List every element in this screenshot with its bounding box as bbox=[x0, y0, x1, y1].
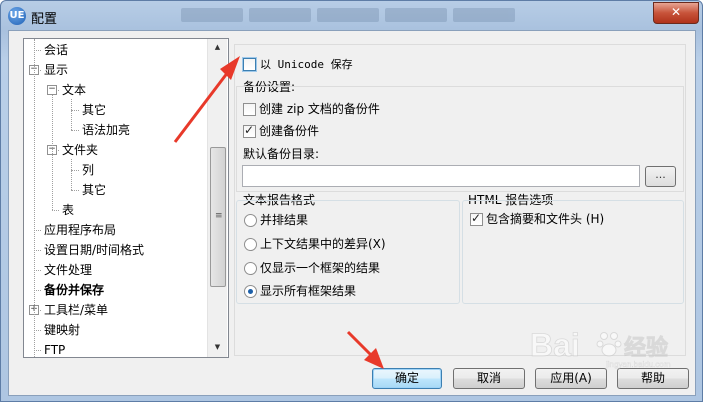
unicode-save-checkbox[interactable] bbox=[243, 58, 256, 71]
ghost-tab bbox=[249, 8, 311, 22]
tree-connector bbox=[71, 190, 79, 191]
tree-connector bbox=[71, 159, 72, 190]
tree-item[interactable]: 其它 bbox=[82, 181, 106, 199]
unicode-save-label[interactable]: 以 Unicode 保存 bbox=[260, 56, 353, 73]
text-report-radio-label[interactable]: 仅显示一个框架的结果 bbox=[260, 260, 380, 276]
include-summary-checkbox[interactable] bbox=[470, 211, 483, 226]
baidu-watermark: Bai 经验 jingyan.baidu.com bbox=[530, 327, 671, 370]
tree-item[interactable]: 列 bbox=[82, 161, 94, 179]
tree-connector bbox=[52, 210, 59, 211]
tree-connector bbox=[34, 350, 41, 351]
title-bar[interactable]: UE 配置 ✕ bbox=[1, 1, 702, 31]
close-icon: ✕ bbox=[670, 5, 682, 19]
grip-icon: ≡ bbox=[215, 211, 223, 221]
text-report-radio-label[interactable]: 上下文结果中的差异(X) bbox=[260, 236, 386, 252]
text-report-radio-label[interactable]: 显示所有框架结果 bbox=[260, 283, 356, 299]
tree-connector bbox=[34, 39, 35, 357]
tree-item[interactable]: 文件夹 bbox=[62, 141, 98, 159]
text-report-radio[interactable] bbox=[244, 214, 257, 227]
ghost-tab bbox=[385, 8, 447, 22]
settings-tree[interactable]: − − − + 会话 显示 文本 其它 语法加亮 文件夹列其它表应用程序布局 设置日期/时间格式文… bbox=[23, 38, 229, 358]
tree-connector bbox=[71, 170, 79, 171]
tree-connector bbox=[71, 130, 79, 131]
apply-button[interactable]: 应用(A) bbox=[535, 368, 607, 389]
watermark-text: Bai bbox=[530, 327, 580, 363]
tree-connector bbox=[71, 110, 79, 111]
create-backup-label[interactable]: 创建备份件 bbox=[259, 123, 319, 139]
tree-connector bbox=[34, 50, 41, 51]
scroll-down-icon[interactable]: ▼ bbox=[208, 339, 227, 356]
tree-connector bbox=[34, 330, 41, 331]
ghost-tab bbox=[453, 8, 515, 22]
tree-connector bbox=[71, 99, 72, 130]
default-backup-dir-input[interactable] bbox=[242, 165, 640, 187]
text-report-radio[interactable] bbox=[244, 285, 257, 298]
tree-item[interactable]: 设置日期/时间格式 bbox=[44, 241, 144, 259]
browse-button[interactable]: ... bbox=[645, 166, 676, 187]
tree-item[interactable]: 键映射 bbox=[44, 321, 80, 339]
create-backup-checkbox[interactable] bbox=[243, 123, 256, 138]
background-taskbar-ghost bbox=[181, 8, 541, 26]
ok-button[interactable]: 确定 bbox=[372, 368, 442, 389]
scroll-up-icon[interactable]: ▲ bbox=[208, 39, 227, 56]
tree-item[interactable]: 工具栏/菜单 bbox=[44, 301, 108, 319]
close-button[interactable]: ✕ bbox=[653, 2, 699, 24]
text-report-radio[interactable] bbox=[244, 238, 257, 251]
help-button[interactable]: 帮助 bbox=[617, 368, 689, 389]
watermark-url: jingyan.baidu.com bbox=[605, 360, 671, 369]
zip-backup-checkbox[interactable] bbox=[243, 103, 256, 116]
app-logo-icon: UE bbox=[8, 7, 26, 25]
tree-item[interactable]: 其它 bbox=[82, 101, 106, 119]
tree-item[interactable]: 应用程序布局 bbox=[44, 221, 116, 239]
include-summary-label[interactable]: 包含摘要和文件头 (H) bbox=[486, 211, 604, 227]
collapse-minus-icon[interactable]: − bbox=[47, 85, 57, 95]
tree-item[interactable]: 表 bbox=[62, 201, 74, 219]
text-report-radio[interactable] bbox=[244, 262, 257, 275]
zip-backup-label[interactable]: 创建 zip 文档的备份件 bbox=[259, 101, 380, 117]
tree-item[interactable]: 显示 bbox=[44, 61, 68, 79]
tree-connector bbox=[34, 250, 41, 251]
tree-scrollbar[interactable]: ▲ ≡ ▼ bbox=[207, 39, 227, 357]
window-title: 配置 bbox=[31, 12, 58, 27]
tree-item[interactable]: 文本 bbox=[62, 81, 86, 99]
tree-connector bbox=[34, 230, 41, 231]
tree-item[interactable]: 文件处理 bbox=[44, 261, 92, 279]
tree-connector bbox=[34, 270, 41, 271]
scrollbar-thumb[interactable]: ≡ bbox=[210, 147, 226, 287]
tree-connector bbox=[52, 95, 53, 210]
ghost-tab bbox=[181, 8, 243, 22]
tree-item[interactable]: FTP bbox=[44, 341, 65, 357]
watermark-suffix: 经验 bbox=[624, 335, 668, 361]
tree-item[interactable]: 语法加亮 bbox=[82, 121, 130, 139]
paw-logo-icon bbox=[596, 332, 622, 357]
default-backup-dir-label: 默认备份目录: bbox=[243, 147, 320, 161]
cancel-button[interactable]: 取消 bbox=[453, 368, 525, 389]
ghost-tab bbox=[317, 8, 379, 22]
tree-item[interactable]: 备份并保存 bbox=[44, 281, 104, 299]
text-report-radio-label[interactable]: 并排结果 bbox=[260, 212, 308, 228]
tree-item[interactable]: 会话 bbox=[44, 41, 68, 59]
tree-connector bbox=[34, 290, 41, 291]
